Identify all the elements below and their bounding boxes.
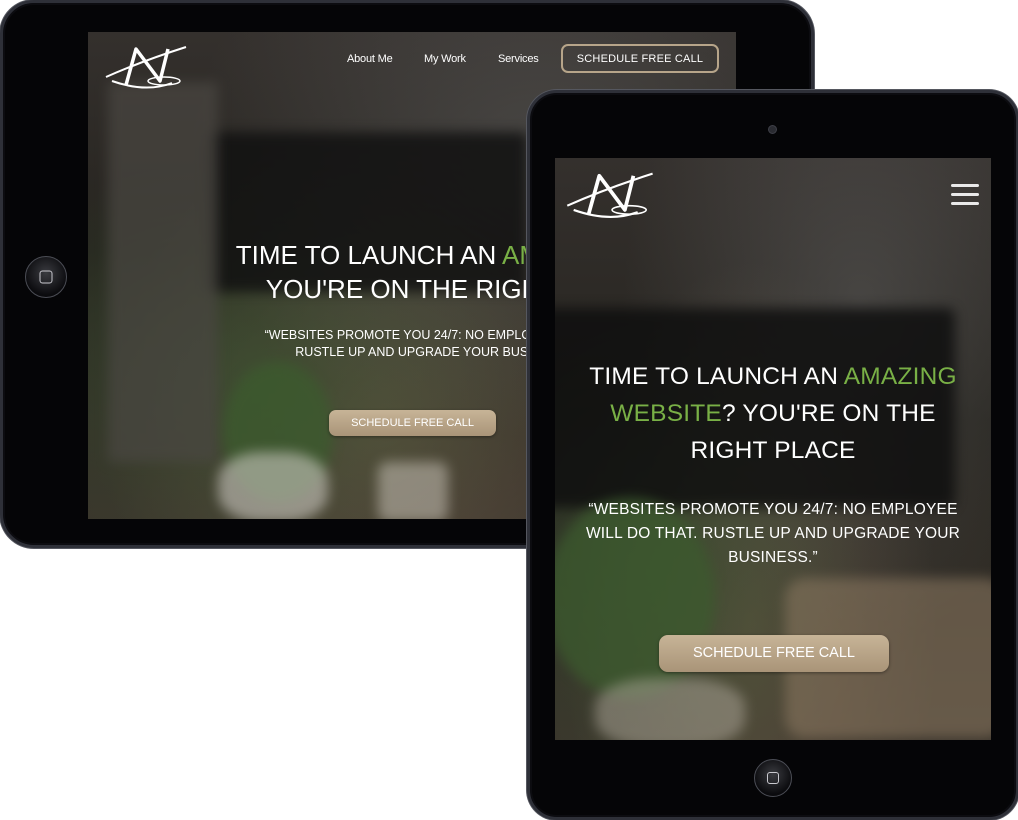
hero-title-part2: ? YOU'RE ON THE	[721, 400, 936, 427]
nav-services-link[interactable]: Services	[498, 53, 539, 65]
hero-title-part1: TIME TO LAUNCH AN	[589, 363, 844, 390]
hero-title-part1: TIME TO LAUNCH AN	[235, 240, 503, 270]
schedule-call-hero-button[interactable]: SCHEDULE FREE CALL	[659, 635, 889, 672]
hero-title-line3: RIGHT PLACE	[690, 437, 856, 464]
hero-quote: “WEBSITES PROMOTE YOU 24/7: NO EMPLOYEE …	[585, 501, 961, 566]
portrait-screen: TIME TO LAUNCH AN AMAZING WEBSITE? YOU'R…	[555, 158, 991, 740]
camera-icon	[768, 125, 777, 134]
nav-about-link[interactable]: About Me	[347, 53, 393, 65]
tablet-portrait-device: TIME TO LAUNCH AN AMAZING WEBSITE? YOU'R…	[527, 90, 1018, 820]
hero-title-highlight: WEBSITE	[610, 400, 722, 427]
hero-title-highlight: AMAZING	[843, 363, 957, 390]
home-button-icon[interactable]	[25, 256, 67, 298]
home-button-icon[interactable]	[754, 759, 792, 797]
schedule-call-nav-button[interactable]: SCHEDULE FREE CALL	[561, 44, 719, 73]
schedule-call-hero-button[interactable]: SCHEDULE FREE CALL	[329, 410, 496, 436]
logo-icon[interactable]	[102, 41, 192, 93]
logo-icon[interactable]	[563, 166, 659, 224]
hamburger-menu-icon[interactable]	[951, 184, 979, 206]
nav-work-link[interactable]: My Work	[424, 53, 466, 65]
hero-title: TIME TO LAUNCH AN AMAZING WEBSITE? YOU'R…	[561, 358, 985, 469]
